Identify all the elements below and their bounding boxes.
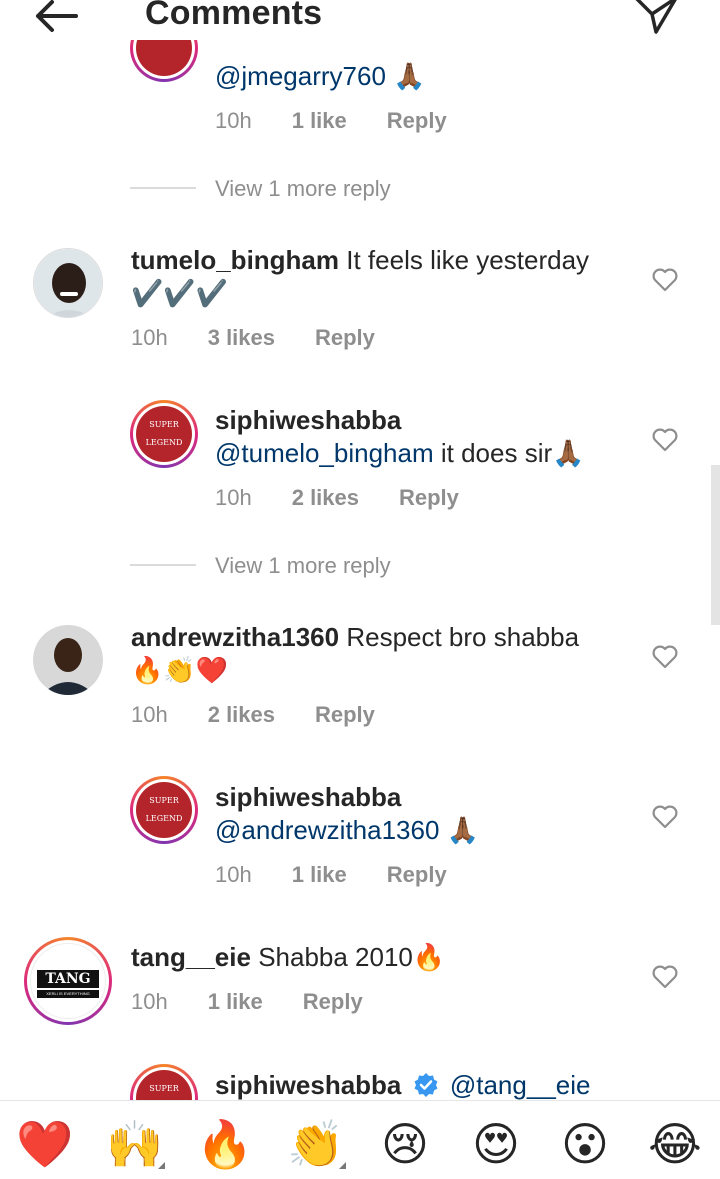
comment-meta: 10h 1 like Reply [131, 989, 403, 1015]
back-arrow-icon[interactable] [30, 0, 82, 38]
comment-meta: 10h 1 like Reply [215, 862, 487, 888]
comment-text: siphiweshabba @tang__eie [215, 1069, 635, 1100]
heart-icon[interactable] [651, 643, 679, 671]
surprised-emoji-button[interactable]: 😮 [555, 1119, 615, 1169]
raising-hands-emoji-button[interactable]: 🙌 [105, 1119, 165, 1169]
comment-text: tang__eie Shabba 2010🔥 [131, 941, 631, 974]
comment-body: Shabba 2010🔥 [258, 942, 446, 972]
comment-body: It feels like yesterday [346, 245, 590, 275]
avatar[interactable]: SUPER LEGEND [130, 776, 198, 844]
heart-icon[interactable] [651, 266, 679, 294]
comment-time: 10h [131, 325, 168, 350]
likes-count[interactable]: 1 like [292, 862, 347, 887]
fire-emoji-button[interactable]: 🔥 [195, 1119, 255, 1169]
likes-count[interactable]: 3 likes [208, 325, 275, 350]
heart-emoji-button[interactable]: ❤️ [15, 1119, 75, 1169]
avatar-caption: SUPER [149, 1084, 179, 1093]
mention-link[interactable]: @tumelo_bingham [215, 438, 434, 468]
reply-button[interactable]: Reply [387, 862, 447, 887]
avatar[interactable]: SUPER [130, 1064, 198, 1100]
reply-button[interactable]: Reply [315, 325, 375, 350]
comment-body: it does sir🙏🏾 [440, 438, 585, 468]
comment-time: 10h [215, 485, 252, 510]
comment-time: 10h [215, 862, 252, 887]
send-icon[interactable] [632, 0, 680, 40]
likes-count[interactable]: 2 likes [292, 485, 359, 510]
comment-meta: 10h 3 likes Reply [131, 325, 415, 351]
clapping-emoji-button[interactable]: 👏 [286, 1119, 346, 1169]
comment-body-line2: 🔥👏❤️ [131, 655, 229, 685]
tang-tagline: XERLI IS EVERYTHING [37, 990, 99, 998]
comment-body: Respect bro shabba [346, 622, 580, 652]
mention-link[interactable]: @andrewzitha1360 [215, 815, 439, 845]
username[interactable]: siphiweshabba [215, 782, 401, 812]
crying-emoji-button[interactable]: 😢 [375, 1119, 435, 1169]
heart-icon[interactable] [651, 426, 679, 454]
view-more-replies[interactable]: View 1 more reply [215, 176, 391, 202]
comment-text: siphiweshabba @tumelo_bingham it does si… [215, 404, 635, 470]
emoji-reaction-bar: ❤️ 🙌 🔥 👏 😢 😍 😮 😂 [0, 1100, 720, 1179]
reply-button[interactable]: Reply [315, 702, 375, 727]
likes-count[interactable]: 1 like [292, 108, 347, 133]
comment-text: tumelo_bingham It feels like yesterday ✔… [131, 244, 631, 310]
laughing-emoji-button[interactable]: 😂 [645, 1119, 705, 1169]
likes-count[interactable]: 2 likes [208, 702, 275, 727]
avatar[interactable] [33, 248, 103, 318]
comment-time: 10h [131, 702, 168, 727]
avatar-caption: SUPER [149, 420, 179, 429]
mention-link[interactable]: @jmegarry760 🙏🏾 [215, 61, 426, 91]
username[interactable]: siphiweshabba [215, 1070, 401, 1100]
reply-button[interactable]: Reply [303, 989, 363, 1014]
username[interactable]: siphiweshabba [215, 405, 401, 435]
comment-body-line2: ✔️✔️✔️ [131, 278, 229, 308]
comment-time: 10h [215, 108, 252, 133]
avatar-caption: LEGEND [145, 438, 183, 447]
scrollbar[interactable] [711, 465, 720, 625]
username[interactable]: tumelo_bingham [131, 245, 339, 275]
comments-list: @jmegarry760 🙏🏾 10h 1 like Reply View 1 mo… [0, 0, 720, 1100]
heart-icon[interactable] [651, 963, 679, 991]
avatar-caption: SUPER [149, 796, 179, 805]
tang-logo: TANG [37, 970, 99, 988]
comment-time: 10h [131, 989, 168, 1014]
divider [130, 187, 196, 189]
avatar-caption: LEGEND [145, 814, 183, 823]
comment-meta: 10h 2 likes Reply [215, 485, 499, 511]
heart-eyes-emoji-button[interactable]: 😍 [466, 1119, 526, 1169]
likes-count[interactable]: 1 like [208, 989, 263, 1014]
avatar[interactable] [33, 625, 103, 695]
comment-text: @jmegarry760 🙏🏾 [215, 60, 426, 93]
verified-badge-icon [414, 1073, 438, 1097]
comment-text: siphiweshabba @andrewzitha1360 🙏🏾 [215, 781, 635, 847]
username[interactable]: tang__eie [131, 942, 251, 972]
divider [130, 564, 196, 566]
comment-meta: 10h 2 likes Reply [131, 702, 415, 728]
comment-body: 🙏🏾 [446, 815, 480, 845]
avatar[interactable]: SUPER LEGEND [130, 400, 198, 468]
mention-link[interactable]: @tang__eie [450, 1070, 591, 1100]
header-bar: Comments [0, 0, 720, 40]
username[interactable]: andrewzitha1360 [131, 622, 339, 652]
reply-button[interactable]: Reply [399, 485, 459, 510]
reply-button[interactable]: Reply [387, 108, 447, 133]
page-title: Comments [145, 0, 323, 32]
comment-meta: 10h 1 like Reply [215, 108, 487, 134]
heart-icon[interactable] [651, 803, 679, 831]
comment-text: andrewzitha1360 Respect bro shabba 🔥👏❤️ [131, 621, 631, 687]
view-more-replies[interactable]: View 1 more reply [215, 553, 391, 579]
avatar[interactable]: TANG XERLI IS EVERYTHING [24, 937, 112, 1025]
